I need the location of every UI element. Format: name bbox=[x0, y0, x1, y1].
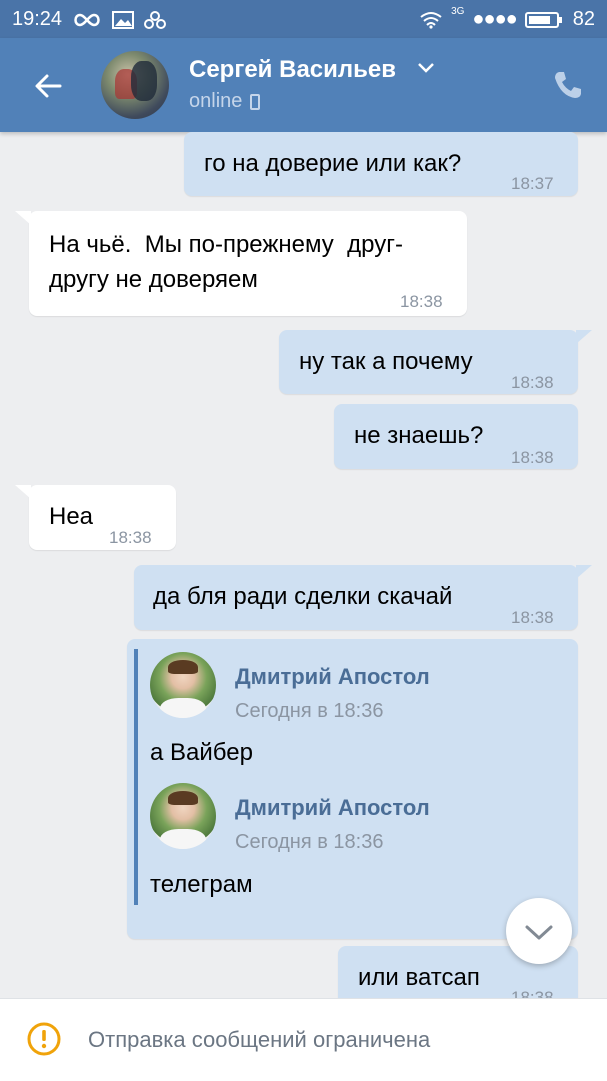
restriction-notice: Отправка сообщений ограничена bbox=[88, 1027, 431, 1052]
battery-icon bbox=[524, 11, 562, 28]
author-avatar[interactable] bbox=[150, 783, 216, 849]
status-bar: 19:24 3G ●●●● 82 bbox=[0, 0, 607, 38]
message-time: 18:38 bbox=[511, 448, 554, 467]
message-text: го на доверие или как? bbox=[204, 150, 462, 177]
message-text: или ватсап bbox=[358, 964, 480, 991]
forward-author-name[interactable]: Дмитрий Апостол bbox=[235, 659, 430, 695]
network-type: 3G bbox=[451, 6, 465, 17]
back-arrow-icon[interactable] bbox=[30, 68, 66, 104]
signal-dots-icon: ●●●● bbox=[472, 8, 517, 30]
status-text: online bbox=[189, 90, 243, 112]
message-time: 18:38 bbox=[511, 988, 554, 998]
message-time: 18:38 bbox=[511, 608, 554, 627]
message-outgoing[interactable]: да бля ради сделки скачай 18:38 bbox=[134, 565, 592, 630]
message-text: Неа bbox=[49, 503, 94, 530]
battery-level: 82 bbox=[572, 8, 595, 30]
mobile-icon bbox=[250, 93, 261, 110]
wifi-icon bbox=[420, 11, 442, 29]
message-text-line-2: другу не доверяем bbox=[49, 266, 258, 293]
message-time: 18:38 bbox=[400, 292, 443, 311]
contact-name[interactable]: Сергей Васильев bbox=[189, 56, 396, 84]
message-list[interactable]: го на доверие или как? 18:37 На чьё. Мы … bbox=[0, 132, 607, 998]
message-outgoing[interactable]: ну так а почему 18:38 bbox=[279, 330, 592, 394]
clock: 19:24 bbox=[12, 8, 63, 30]
forwarded-messages[interactable]: Дмитрий Апостол Сегодня в 18:36 а Вайбер… bbox=[127, 639, 578, 939]
infinity-icon bbox=[74, 13, 100, 26]
forward-date: Сегодня в 18:36 bbox=[235, 700, 384, 722]
chevron-down-icon bbox=[525, 925, 553, 940]
message-incoming[interactable]: На чьё. Мы по-прежнему друг- другу не до… bbox=[15, 211, 467, 316]
message-text: не знаешь? bbox=[354, 422, 484, 449]
gallery-icon bbox=[112, 10, 135, 29]
forward-author-name[interactable]: Дмитрий Апостол bbox=[235, 790, 430, 826]
chat-header: Сергей Васильев online bbox=[0, 38, 607, 132]
sync-icon bbox=[144, 10, 167, 29]
contact-status: online bbox=[189, 90, 261, 113]
message-restriction-bar: Отправка сообщений ограничена bbox=[0, 998, 607, 1081]
message-outgoing[interactable]: го на доверие или как? 18:37 bbox=[184, 132, 578, 196]
scroll-down-button[interactable] bbox=[506, 898, 572, 964]
forward-date: Сегодня в 18:36 bbox=[235, 831, 384, 853]
forward-quote-line bbox=[134, 649, 138, 905]
phone-call-icon[interactable] bbox=[551, 68, 585, 102]
message-text: ну так а почему bbox=[299, 348, 473, 375]
contact-avatar[interactable] bbox=[101, 51, 169, 119]
forward-text: а Вайбер bbox=[150, 739, 253, 766]
message-text-line-1: На чьё. Мы по-прежнему друг- bbox=[49, 231, 403, 258]
message-time: 18:38 bbox=[511, 373, 554, 392]
message-text: да бля ради сделки скачай bbox=[153, 583, 453, 610]
chevron-down-icon[interactable] bbox=[417, 62, 435, 74]
warning-icon bbox=[27, 1022, 61, 1056]
message-outgoing[interactable]: не знаешь? 18:38 bbox=[334, 404, 578, 469]
forward-text: телеграм bbox=[150, 871, 253, 898]
message-time: 18:38 bbox=[109, 528, 152, 547]
message-time: 18:37 bbox=[511, 174, 554, 193]
author-avatar[interactable] bbox=[150, 652, 216, 718]
message-incoming[interactable]: Неа 18:38 bbox=[15, 485, 176, 550]
